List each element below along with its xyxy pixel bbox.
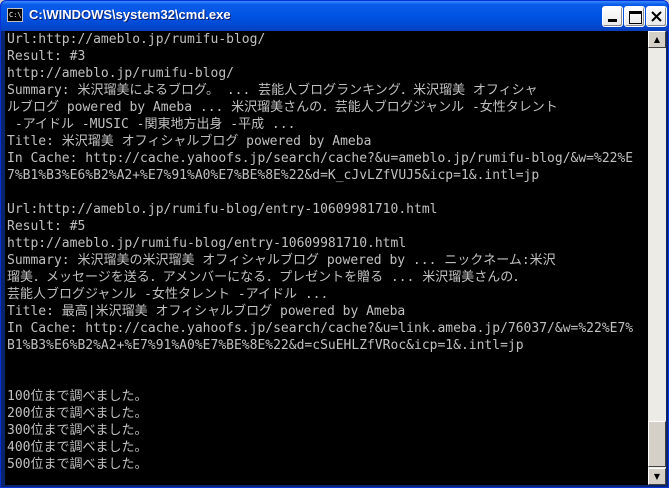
scroll-down-button[interactable]: ▼ <box>648 468 666 485</box>
console-line: Result: #5 <box>7 219 86 234</box>
console-line: Url:http://ameblo.jp/rumifu-blog/entry-1… <box>7 202 438 217</box>
console-line: 200位まで調べました。 <box>7 406 148 421</box>
minimize-button[interactable] <box>602 6 623 27</box>
console-line: http://ameblo.jp/rumifu-blog/entry-10609… <box>7 236 407 251</box>
console-line: Title: 米沢瑠美 オフィシャルブログ powered by Ameba <box>7 134 372 149</box>
console-line: 芸能人ブログジャンル -女性タレント -アイドル ... <box>7 287 329 302</box>
cmd-window: C:\ C:\WINDOWS\system32\cmd.exe Url:http… <box>0 0 669 488</box>
console-line: In Cache: http://cache.yahoofs.jp/search… <box>7 151 634 166</box>
console-line: 7%B1%B3%E6%B2%A2+%E7%91%A0%E7%BE%8E%22&d… <box>7 168 540 183</box>
console-output[interactable]: Url:http://ameblo.jp/rumifu-blog/ Result… <box>5 31 648 485</box>
console-line: Summary: 米沢瑠美によるブログ。 ... 芸能人ブログランキング．米沢瑠… <box>7 83 538 98</box>
scrollbar-thumb[interactable] <box>648 421 666 467</box>
console-line: Summary: 米沢瑠美の米沢瑠美 オフィシャルブログ powered by … <box>7 253 556 268</box>
title-bar[interactable]: C:\ C:\WINDOWS\system32\cmd.exe <box>1 1 668 31</box>
console-line: In Cache: http://cache.yahoofs.jp/search… <box>7 321 634 336</box>
minimize-icon <box>608 19 617 22</box>
close-button[interactable] <box>646 6 667 27</box>
console-line: http://ameblo.jp/rumifu-blog/ <box>7 66 234 81</box>
console-line: ルブログ powered by Ameba ... 米沢瑠美さんの．芸能人ブログ… <box>7 100 558 115</box>
console-line: Result: #3 <box>7 49 86 64</box>
vertical-scrollbar[interactable]: ▲ ▼ <box>648 31 666 485</box>
arrow-down-icon: ▼ <box>653 472 661 481</box>
close-icon <box>651 11 662 22</box>
cmd-app-icon[interactable]: C:\ <box>7 8 23 22</box>
window-title: C:\WINDOWS\system32\cmd.exe <box>29 7 231 22</box>
console-line: -アイドル -MUSIC -関東地方出身 -平成 ... <box>7 117 296 132</box>
console-line: B1%B3%E6%B2%A2+%E7%91%A0%E7%BE%8E%22&d=c… <box>7 338 524 353</box>
arrow-up-icon: ▲ <box>653 35 661 44</box>
console-line: 瑠美．メッセージを送る．アメンバーになる．プレゼントを贈る ... 米沢瑠美さん… <box>7 270 526 285</box>
maximize-button[interactable] <box>624 6 645 27</box>
console-line: 300位まで調べました。 <box>7 423 148 438</box>
console-line: Title: 最高|米沢瑠美 オフィシャルブログ powered by Ameb… <box>7 304 406 319</box>
console-line: 100位まで調べました。 <box>7 389 148 404</box>
console-line: Url:http://ameblo.jp/rumifu-blog/ <box>7 32 266 47</box>
scroll-up-button[interactable]: ▲ <box>648 31 666 48</box>
console-line: 400位まで調べました。 <box>7 440 148 455</box>
console-line: 500位まで調べました。 <box>7 457 148 472</box>
maximize-icon <box>629 11 642 24</box>
